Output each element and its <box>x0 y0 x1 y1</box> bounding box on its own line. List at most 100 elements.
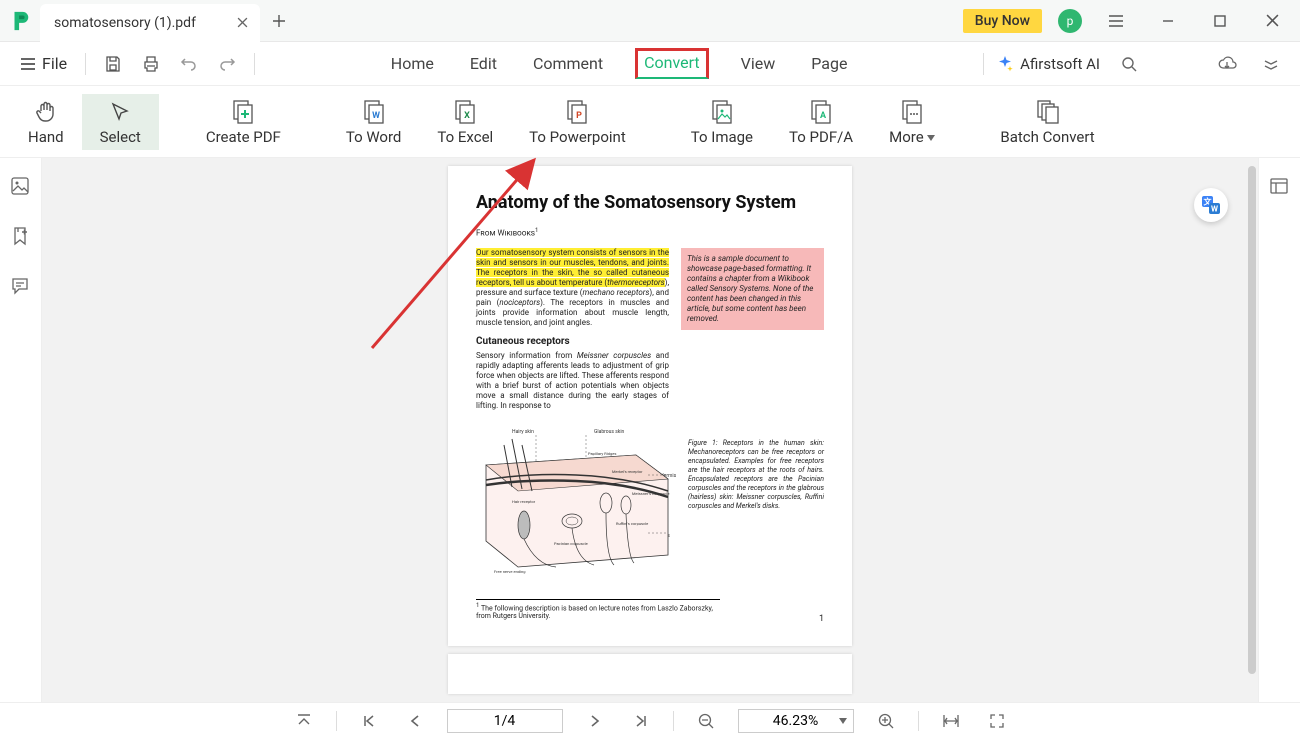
left-sidebar <box>0 158 42 702</box>
svg-text:Meissner's corpuscle: Meissner's corpuscle <box>632 491 669 496</box>
menu-icon[interactable] <box>1098 6 1134 36</box>
buy-now-button[interactable]: Buy Now <box>963 9 1042 33</box>
svg-text:Merkel's receptor: Merkel's receptor <box>612 469 643 474</box>
intro-paragraph: Our somatosensory system consists of sen… <box>476 248 669 328</box>
svg-text:Free nerve ending: Free nerve ending <box>494 569 525 574</box>
ai-label: Afirstsoft AI <box>1020 55 1100 73</box>
source-line: From Wikibooks1 <box>476 227 824 238</box>
main-toolbar: File Home Edit Comment Convert View Page… <box>0 42 1300 86</box>
minimize-button[interactable] <box>1150 6 1186 36</box>
print-button[interactable] <box>136 49 166 79</box>
last-page-button[interactable] <box>627 707 655 735</box>
hand-tool[interactable]: Hand <box>10 94 82 150</box>
prev-page-button[interactable] <box>401 707 429 735</box>
batch-convert-button[interactable]: Batch Convert <box>982 94 1112 150</box>
svg-text:Hairy skin: Hairy skin <box>512 429 534 435</box>
to-excel-label: To Excel <box>437 128 493 146</box>
to-pdfa-button[interactable]: A To PDF/A <box>771 94 871 150</box>
tab-title: somatosensory (1).pdf <box>54 15 196 31</box>
zoom-out-button[interactable] <box>692 707 720 735</box>
to-image-button[interactable]: To Image <box>673 94 771 150</box>
select-tool[interactable]: Select <box>82 94 159 150</box>
zoom-level-select[interactable]: 46.23% <box>738 709 854 733</box>
svg-text:Papillary Ridges: Papillary Ridges <box>588 451 616 456</box>
menu-page[interactable]: Page <box>807 48 851 79</box>
first-page-button[interactable] <box>355 707 383 735</box>
collapse-ribbon-button[interactable] <box>1256 49 1286 79</box>
create-pdf-button[interactable]: Create PDF <box>188 94 299 150</box>
create-pdf-label: Create PDF <box>206 128 281 146</box>
menu-convert[interactable]: Convert <box>635 48 709 79</box>
svg-text:Hair receptor: Hair receptor <box>512 499 536 504</box>
convert-ribbon: Hand Select Create PDF W To Word X To Ex… <box>0 86 1300 158</box>
document-tab[interactable]: somatosensory (1).pdf <box>40 4 260 42</box>
svg-text:P: P <box>577 111 583 121</box>
file-menu[interactable]: File <box>14 50 73 77</box>
pdf-page: Anatomy of the Somatosensory System From… <box>448 166 852 646</box>
right-sidebar <box>1258 158 1300 702</box>
zoom-in-button[interactable] <box>872 707 900 735</box>
thumbnails-panel-button[interactable] <box>10 176 32 198</box>
ai-button[interactable]: Afirstsoft AI <box>996 55 1100 73</box>
cloud-button[interactable] <box>1212 49 1242 79</box>
fit-page-button[interactable] <box>983 707 1011 735</box>
to-powerpoint-button[interactable]: P To Powerpoint <box>511 94 644 150</box>
tab-close-button[interactable] <box>234 15 250 31</box>
sparkle-icon <box>996 55 1014 73</box>
new-tab-button[interactable] <box>260 0 298 42</box>
redo-button[interactable] <box>212 49 242 79</box>
svg-text:W: W <box>372 111 380 121</box>
scroll-top-button[interactable] <box>290 707 318 735</box>
hamburger-icon <box>20 57 36 71</box>
menu-edit[interactable]: Edit <box>466 48 501 79</box>
divider <box>673 711 674 731</box>
to-excel-button[interactable]: X To Excel <box>419 94 511 150</box>
menu-comment[interactable]: Comment <box>529 48 607 79</box>
toolbar-right: Afirstsoft AI <box>996 49 1286 79</box>
save-button[interactable] <box>98 49 128 79</box>
svg-text:W: W <box>1211 205 1218 214</box>
page-number: 1 <box>819 614 824 624</box>
more-icon <box>898 98 926 126</box>
search-button[interactable] <box>1114 49 1144 79</box>
more-convert-button[interactable]: More <box>871 94 953 150</box>
translate-badge[interactable]: 文W <box>1194 188 1228 222</box>
properties-panel-button[interactable] <box>1269 176 1291 198</box>
next-page-button[interactable] <box>581 707 609 735</box>
pdfa-icon: A <box>807 98 835 126</box>
maximize-button[interactable] <box>1202 6 1238 36</box>
page-indicator-input[interactable] <box>447 709 563 733</box>
divider <box>85 53 86 75</box>
excel-icon: X <box>451 98 479 126</box>
to-powerpoint-label: To Powerpoint <box>529 128 626 146</box>
svg-text:A: A <box>820 111 827 121</box>
fit-width-button[interactable] <box>937 707 965 735</box>
document-tabs: somatosensory (1).pdf <box>40 0 298 42</box>
bookmarks-panel-button[interactable] <box>10 226 32 248</box>
svg-text:Glabrous skin: Glabrous skin <box>594 429 625 435</box>
divider <box>983 53 984 75</box>
workspace: Anatomy of the Somatosensory System From… <box>0 158 1300 702</box>
undo-button[interactable] <box>174 49 204 79</box>
menu-home[interactable]: Home <box>387 48 438 79</box>
svg-text:Ruffini's corpuscle: Ruffini's corpuscle <box>616 521 648 526</box>
to-pdfa-label: To PDF/A <box>789 128 853 146</box>
divider <box>336 711 337 731</box>
pdf-page-next <box>448 654 852 694</box>
document-canvas[interactable]: Anatomy of the Somatosensory System From… <box>42 158 1258 702</box>
to-image-label: To Image <box>691 128 753 146</box>
comments-panel-button[interactable] <box>10 276 32 298</box>
close-window-button[interactable] <box>1254 6 1290 36</box>
menu-view[interactable]: View <box>737 48 780 79</box>
chevron-down-icon <box>927 135 935 141</box>
batch-icon <box>1034 98 1062 126</box>
to-word-label: To Word <box>346 128 402 146</box>
document-title: Anatomy of the Somatosensory System <box>476 192 824 213</box>
vertical-scrollbar[interactable] <box>1248 166 1256 674</box>
divider <box>918 711 919 731</box>
menu-tabs: Home Edit Comment Convert View Page <box>267 48 971 79</box>
user-avatar[interactable]: p <box>1058 9 1082 33</box>
powerpoint-icon: P <box>563 98 591 126</box>
to-word-button[interactable]: W To Word <box>328 94 420 150</box>
zoom-value: 46.23% <box>773 713 818 729</box>
